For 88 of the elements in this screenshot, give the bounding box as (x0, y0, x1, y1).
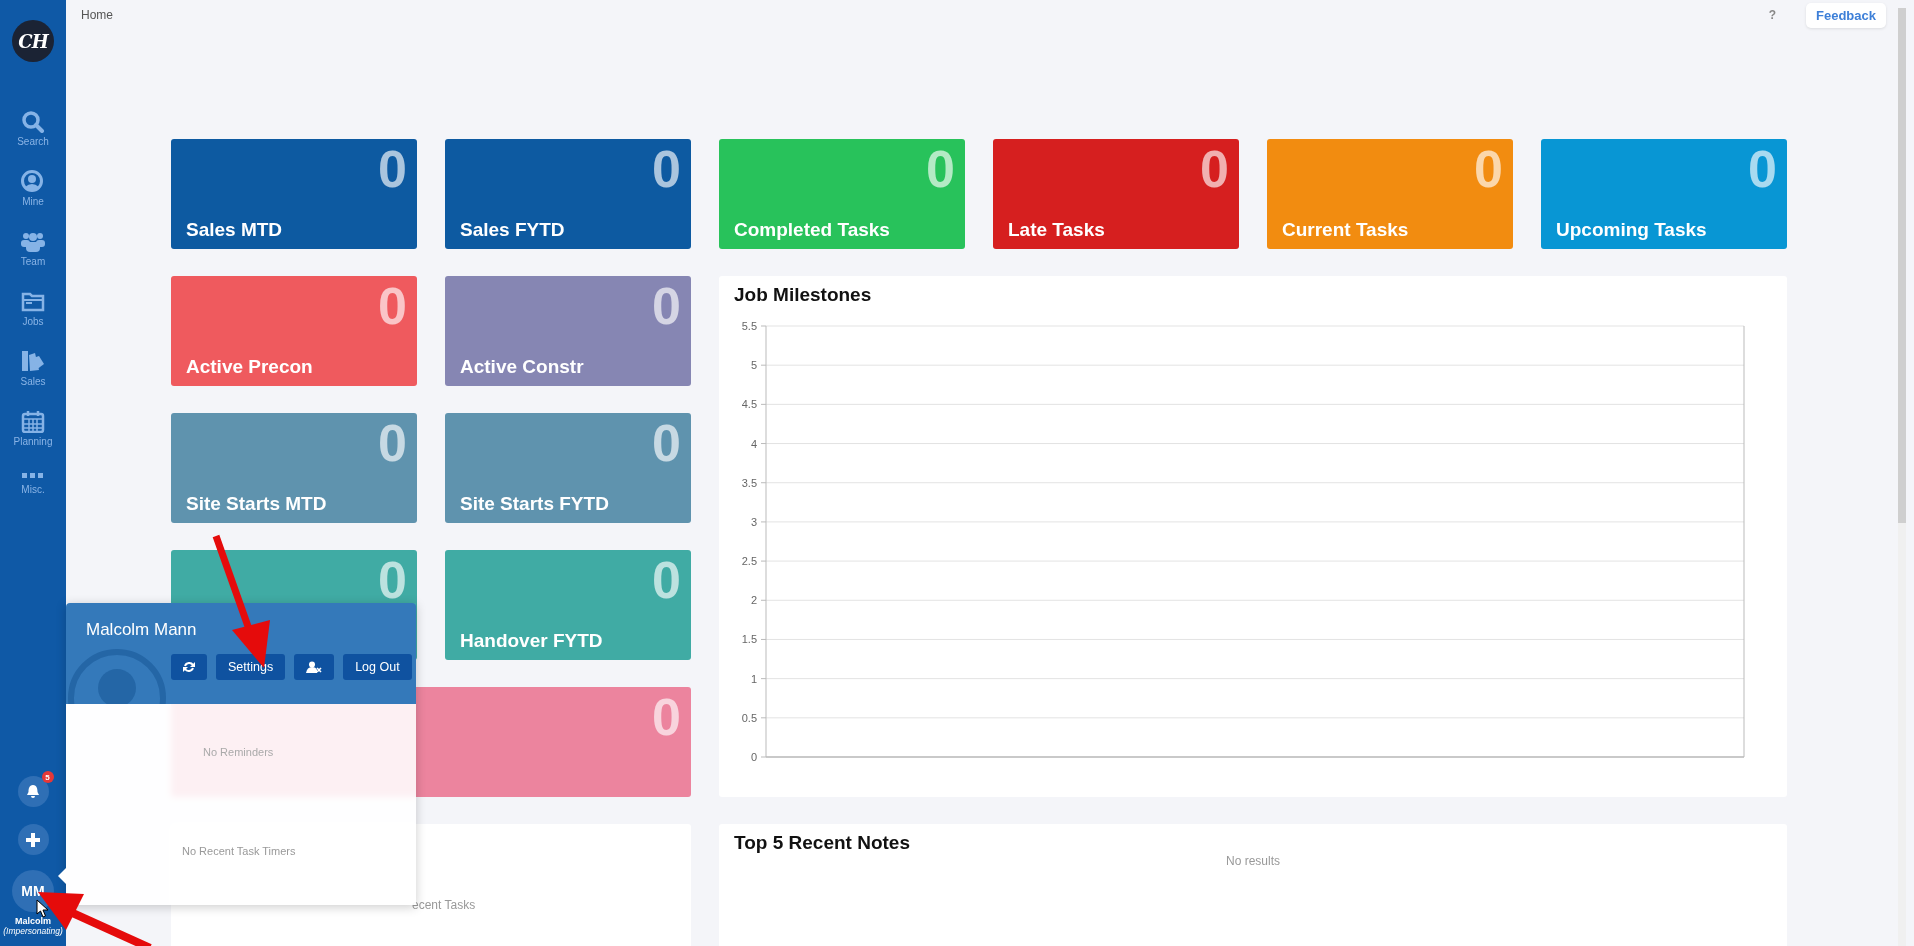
tile-value: 0 (378, 413, 407, 473)
axis-tick-label: 4.5 (741, 398, 757, 411)
stat-tile[interactable]: 0 Active Constr (445, 276, 691, 386)
calendar-icon (21, 410, 45, 433)
nav-item[interactable]: Mine (21, 170, 45, 230)
tile-value: 0 (652, 550, 681, 610)
tile-label: Site Starts FYTD (460, 493, 609, 515)
tile-value: 0 (652, 139, 681, 199)
tile-value: 0 (378, 550, 407, 610)
tile-value: 0 (1200, 139, 1229, 199)
nav-item[interactable]: Team (20, 230, 46, 290)
stat-tile[interactable]: 0 Site Starts FYTD (445, 413, 691, 523)
tile-value: 0 (1474, 139, 1503, 199)
stat-tile[interactable]: 0 Sales MTD (171, 139, 417, 249)
chart-title: Job Milestones (734, 284, 872, 306)
stat-tile[interactable]: 0 Current Tasks (1267, 139, 1513, 249)
user-circle-icon (21, 170, 45, 193)
tile-label: Sales FYTD (460, 219, 565, 241)
tile-value: 0 (1748, 139, 1777, 199)
tile-value: 0 (652, 276, 681, 336)
popup-button[interactable]: Log Out (343, 654, 412, 680)
cursor-icon (36, 899, 49, 918)
ellipsis-icon (21, 470, 45, 481)
axis-tick-label: 4 (750, 437, 757, 450)
tile-label: Site Starts MTD (186, 493, 327, 515)
card-title: Top 5 Recent Notes (734, 832, 910, 854)
nav-item[interactable]: Jobs (21, 290, 45, 350)
empty-message: No results (1226, 854, 1280, 868)
axis-tick-label: 5.5 (741, 320, 757, 332)
tile-label: Completed Tasks (734, 219, 890, 241)
notification-badge: 5 (41, 771, 54, 783)
tile-label: Upcoming Tasks (1556, 219, 1707, 241)
feedback-button[interactable]: Feedback (1806, 2, 1886, 28)
stat-tile[interactable]: 0 Active Precon (171, 276, 417, 386)
nav-item[interactable]: Planning (13, 410, 53, 470)
axis-tick-label: 2 (750, 594, 757, 607)
stat-tile[interactable]: 0 Late Tasks (993, 139, 1239, 249)
stat-tile[interactable]: 0 Sales FYTD (445, 139, 691, 249)
scrollbar-thumb[interactable] (1898, 8, 1906, 523)
axis-tick-label: 3.5 (741, 476, 757, 489)
help-link[interactable]: ? (1768, 8, 1776, 22)
folder-icon (21, 290, 45, 313)
tile-value: 0 (378, 276, 407, 336)
tile-label: Sales MTD (186, 219, 283, 241)
tile-label: Handover FYTD (460, 630, 603, 652)
user-name: Malcolm (15, 916, 51, 926)
axis-tick-label: 5 (750, 359, 757, 372)
unimpersonate-button[interactable] (294, 654, 335, 680)
stat-tile[interactable]: 0 Upcoming Tasks (1541, 139, 1787, 249)
tile-value: 0 (926, 139, 955, 199)
nav-item[interactable]: Search (17, 110, 49, 170)
axis-tick-label: 3 (750, 515, 757, 528)
stat-tile[interactable]: 0 Handover FYTD (445, 550, 691, 660)
tile-value: 0 (652, 413, 681, 473)
user-remove-icon (306, 661, 323, 673)
empty-message: No Reminders (203, 746, 274, 758)
popup-button[interactable]: Settings (216, 654, 286, 680)
stat-tile[interactable]: 0 Site Starts MTD (171, 413, 417, 523)
nav-item[interactable]: Sales (20, 350, 46, 410)
axis-tick-label: 2.5 (741, 555, 757, 568)
axis-tick-label: 0 (750, 751, 757, 763)
notifications-button[interactable] (17, 776, 49, 807)
search-icon (21, 110, 45, 133)
tile-value: 0 (652, 687, 681, 747)
axis-tick-label: 1 (750, 672, 757, 685)
bell-icon (26, 784, 40, 799)
tile-label: Late Tasks (1008, 219, 1105, 241)
plus-icon (26, 832, 40, 847)
stat-tile[interactable]: 0 Completed Tasks (719, 139, 965, 249)
people-icon (21, 230, 45, 253)
logo[interactable]: CH (12, 20, 54, 62)
empty-message: No Recent Task Timers (182, 845, 296, 857)
tile-label: Active Constr (460, 356, 584, 378)
tile-label: Current Tasks (1282, 219, 1409, 241)
axis-tick-label: 1.5 (741, 633, 757, 646)
empty-message: ecent Tasks (412, 898, 476, 912)
breadcrumb[interactable]: Home (81, 8, 1749, 22)
swatch-icon (21, 350, 45, 373)
axis-tick-label: 0.5 (741, 711, 757, 724)
refresh-button[interactable] (171, 654, 207, 680)
user-full-name: Malcolm Mann (86, 620, 198, 640)
tile-label: Active Precon (186, 356, 313, 378)
nav-item[interactable]: Misc. (21, 470, 45, 530)
user-status: (Impersonating) (3, 926, 63, 936)
scrollbar[interactable] (1898, 8, 1906, 946)
add-button[interactable] (17, 824, 49, 855)
refresh-icon (183, 661, 195, 673)
tile-value: 0 (378, 139, 407, 199)
